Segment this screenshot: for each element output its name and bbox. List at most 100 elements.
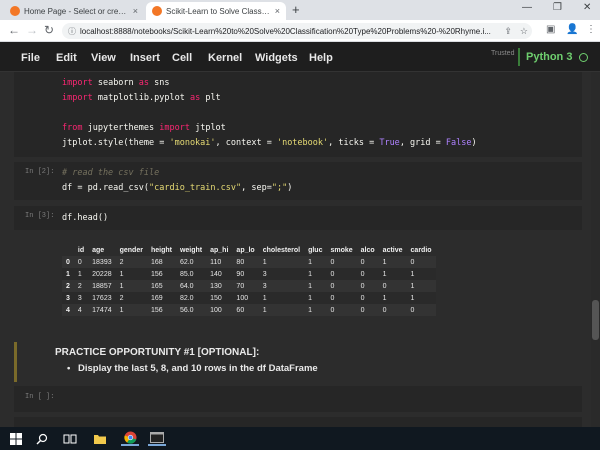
tab-title: Home Page - Select or create a n [24,6,129,16]
share-icon[interactable]: ⇪ [504,26,512,37]
table-cell: 2 [119,294,124,302]
tab-close-icon[interactable]: × [133,6,138,16]
table-cell: 3 [262,282,267,290]
table-cell: 17623 [92,294,112,302]
cell-2-prompt: In [2]: [25,168,55,176]
column-header: alco [360,246,375,254]
table-cell: 1 [308,258,312,266]
table-cell: 140 [210,270,222,278]
site-info-icon[interactable]: ⓘ [68,26,76,37]
menu-widgets[interactable]: Widgets [255,52,298,64]
notebook-scrollbar[interactable] [591,72,600,427]
table-cell: 82.0 [179,294,194,302]
table-cell: 1 [77,270,82,278]
profile-icon[interactable]: 👤 [566,24,578,35]
table-row: 1 1 20228 1 156 85.0 140 90 3 1 0 0 1 1 [62,268,436,280]
table-cell: 1 [382,294,387,302]
table-cell: 1 [119,306,124,314]
sidebar-icon[interactable]: ▣ [546,24,555,35]
column-header: ap_lo [236,246,255,254]
menu-file[interactable]: File [21,52,40,64]
code-cell-next[interactable] [14,417,582,427]
back-arrow-icon[interactable]: ← [8,23,20,37]
close-window-icon[interactable]: ✕ [583,2,591,13]
bookmark-star-icon[interactable]: ☆ [520,26,528,37]
tab-notebook[interactable]: Scikit-Learn to Solve Classificati × [146,2,286,20]
tab-home-page[interactable]: Home Page - Select or create a n × [4,2,144,20]
jupyter-menubar: File Edit View Insert Cell Kernel Widget… [0,42,600,72]
table-header-row: id age gender height weight ap_hi ap_lo cholest… [62,244,436,256]
table-row: 0 0 18393 2 168 62.0 110 80 1 1 0 0 1 0 [62,256,436,268]
kernel-indicator[interactable]: Python 3 [518,48,589,66]
markdown-bullet: Display the last 5, 8, and 10 rows in th… [67,363,318,374]
table-cell: 1 [410,294,415,302]
url-text: localhost:8888/notebooks/Scikit-Learn%20… [80,26,491,36]
restore-icon[interactable]: ❐ [553,2,562,13]
table-cell: 150 [210,294,222,302]
menu-insert[interactable]: Insert [130,52,160,64]
menu-help[interactable]: Help [309,52,333,64]
table-cell: 18393 [92,258,112,266]
table-cell: 0 [77,258,82,266]
table-cell: 3 [262,270,267,278]
table-cell: 1 [119,282,124,290]
table-cell: 0 [330,282,335,290]
table-cell: 1 [308,282,312,290]
table-cell: 0 [360,282,365,290]
forward-arrow-icon[interactable]: → [26,23,38,37]
menu-cell[interactable]: Cell [172,52,192,64]
tab-close-icon[interactable]: × [275,6,280,16]
table-cell: 1 [308,306,312,314]
column-header: id [77,246,85,254]
table-cell: 1 [410,282,415,290]
column-header: active [382,246,403,254]
table-cell: 0 [410,258,415,266]
table-cell: 0 [382,282,387,290]
table-cell: 1 [308,270,312,278]
table-cell: 70 [236,282,245,290]
table-cell: 0 [382,306,387,314]
column-header: gluc [308,246,323,254]
table-cell: 0 [360,294,365,302]
cell-1-code[interactable]: import seaborn as sns import matplotlib.… [62,76,477,151]
table-row: 4 4 17474 1 156 56.0 100 60 1 1 0 0 0 0 [62,304,436,316]
jupyter-favicon-icon [152,6,162,16]
menu-dots-icon[interactable]: ⋮ [586,24,596,35]
row-index: 1 [66,270,70,278]
menu-view[interactable]: View [91,52,116,64]
minimize-icon[interactable]: — [522,2,532,13]
table-cell: 165 [150,282,163,290]
terminal-icon[interactable] [148,431,166,446]
file-explorer-icon[interactable] [92,431,108,446]
scrollbar-thumb[interactable] [592,300,599,340]
trusted-indicator[interactable]: Trusted [491,50,514,57]
reload-icon[interactable]: ↻ [44,23,54,37]
menu-kernel[interactable]: Kernel [208,52,242,64]
windows-icon[interactable] [8,431,24,446]
table-row: 2 2 18857 1 165 64.0 130 70 3 1 0 0 0 1 [62,280,436,292]
kernel-idle-icon [579,52,589,62]
chrome-icon[interactable] [121,431,139,446]
address-bar-row: ← → ↻ ⓘ localhost:8888/notebooks/Scikit-… [0,20,600,42]
table-cell: 0 [330,306,335,314]
table-cell: 4 [77,306,82,314]
kernel-name: Python 3 [526,51,573,63]
task-view-icon[interactable] [62,431,78,446]
url-bar[interactable]: ⓘ localhost:8888/notebooks/Scikit-Learn%… [62,23,532,39]
table-cell: 3 [77,294,82,302]
cell-2-comment: # read the csv file [62,168,160,178]
row-index: 4 [66,306,70,314]
cell-3-code[interactable]: df.head() [62,213,108,223]
table-cell: 156 [150,270,163,278]
new-tab-button[interactable]: + [292,2,300,17]
windows-taskbar [0,427,600,450]
cell-4-prompt: In [ ]: [25,393,55,401]
cell-2-code[interactable]: df = pd.read_csv("cardio_train.csv", sep… [62,183,292,193]
table-cell: 18857 [92,282,112,290]
table-cell: 2 [119,258,124,266]
search-icon[interactable] [34,431,50,446]
menu-edit[interactable]: Edit [56,52,77,64]
code-cell-empty[interactable] [14,386,582,412]
table-cell: 1 [262,294,267,302]
table-cell: 130 [210,282,222,290]
